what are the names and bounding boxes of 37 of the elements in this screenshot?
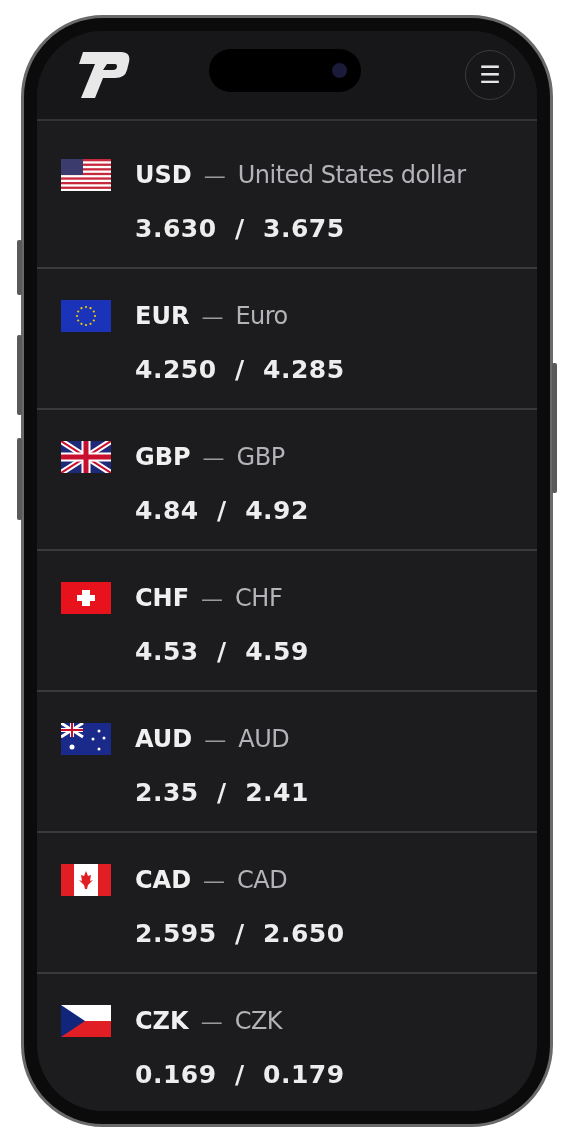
currency-name: Euro [235, 302, 288, 330]
exchange-rate: 4.84 / 4.92 [135, 495, 309, 525]
currency-name: GBP [236, 443, 285, 471]
exchange-rate: 3.630 / 3.675 [135, 213, 345, 243]
exchange-rate: 0.169 / 0.179 [135, 1059, 345, 1089]
currency-code: AUD [135, 725, 193, 753]
currency-code: GBP [135, 443, 191, 471]
cross-flag-icon [61, 582, 111, 614]
currency-name: CAD [237, 866, 288, 894]
triangle-flag-icon [61, 1005, 111, 1037]
southern-cross-flag-icon [61, 723, 111, 755]
maple-leaf-flag-icon [61, 864, 111, 896]
dash: — [200, 1008, 223, 1034]
currency-name: AUD [238, 725, 290, 753]
currency-name: United States dollar [237, 161, 466, 189]
currency-code: CAD [135, 866, 192, 894]
dash: — [203, 162, 226, 188]
currency-name: CZK [234, 1007, 283, 1035]
stars-stripes-flag-icon [61, 159, 111, 191]
logo-icon [77, 50, 131, 100]
dash: — [204, 726, 227, 752]
exchange-rate: 4.53 / 4.59 [135, 636, 309, 666]
star-circle-flag-icon [61, 300, 111, 332]
currency-code: CHF [135, 584, 190, 612]
dash: — [201, 585, 224, 611]
currency-code: USD [135, 161, 192, 189]
exchange-rate: 2.595 / 2.650 [135, 918, 345, 948]
currency-code: EUR [135, 302, 190, 330]
exchange-rate: 4.250 / 4.285 [135, 354, 345, 384]
dash: — [202, 444, 225, 470]
union-flag-icon [61, 441, 111, 473]
dash: — [203, 867, 226, 893]
currency-code: CZK [135, 1007, 189, 1035]
dash: — [201, 303, 224, 329]
menu-button[interactable]: ☰ [465, 50, 515, 100]
exchange-rate: 2.35 / 2.41 [135, 777, 309, 807]
currency-name: CHF [235, 584, 283, 612]
